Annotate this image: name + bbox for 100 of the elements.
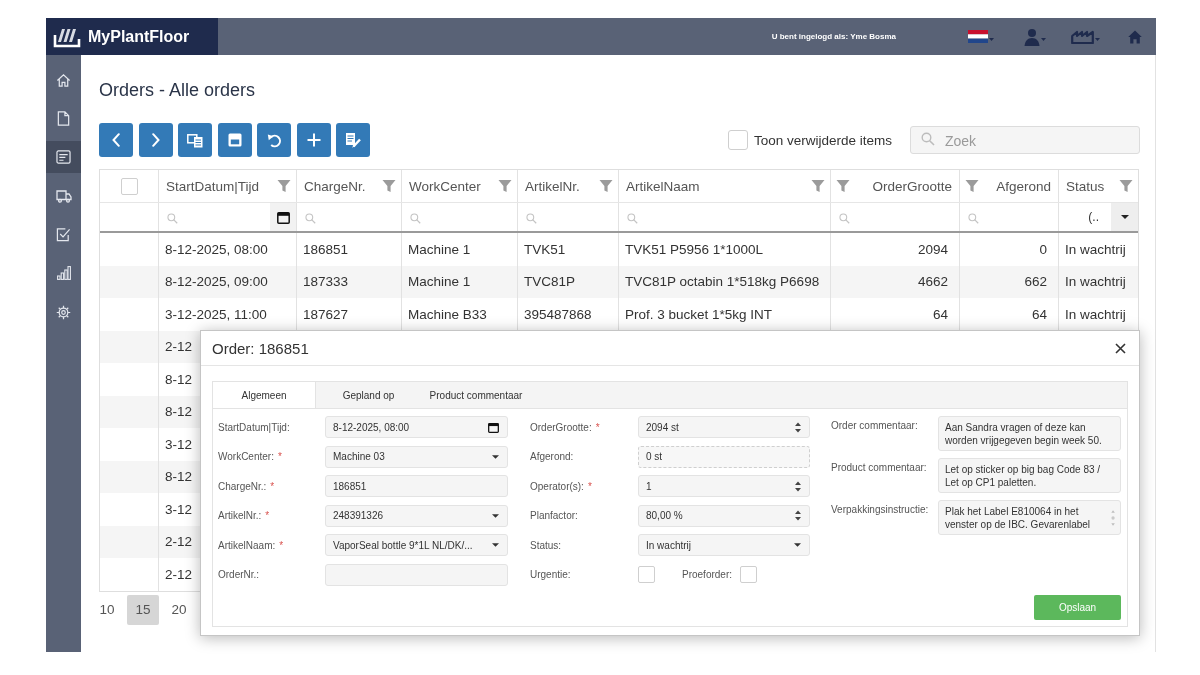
form-icon	[56, 150, 71, 165]
select-field[interactable]: 248391326	[325, 504, 508, 527]
add-button[interactable]	[296, 123, 331, 157]
search-icon	[526, 213, 537, 224]
column-header[interactable]: OrderGrootte	[831, 170, 960, 202]
edit-document-icon	[345, 132, 361, 148]
filter-icon	[382, 179, 396, 193]
table-cell: In wachtrij	[1065, 274, 1126, 290]
search-icon	[839, 213, 850, 224]
text-field[interactable]: 186851	[325, 475, 508, 498]
search-icon	[968, 213, 979, 224]
text-field[interactable]	[325, 563, 508, 586]
tab[interactable]: Algemeen	[213, 382, 316, 408]
required-mark: *	[270, 480, 275, 492]
settings-icon	[56, 304, 71, 320]
home-button[interactable]	[1128, 29, 1142, 44]
column-header[interactable]: ChargeNr.	[297, 170, 402, 202]
required-mark: *	[277, 451, 282, 463]
calendar-icon	[488, 421, 499, 433]
number-field[interactable]: 1	[638, 475, 810, 498]
filter-icon	[498, 179, 512, 193]
tab[interactable]: Product commentaar	[421, 382, 531, 408]
caret-icon	[492, 543, 499, 548]
table-cell: 2-12	[165, 339, 193, 355]
text-area[interactable]: Plak het Label E810064 in het venster op de IBC. Gevarenlabel	[938, 500, 1121, 535]
table-cell: 662	[1024, 274, 1047, 290]
user-menu-button[interactable]	[1024, 27, 1046, 46]
field-label: Afgerond:	[530, 451, 574, 463]
checkbox[interactable]	[727, 130, 748, 150]
column-header[interactable]: StartDatum|Tijd	[159, 170, 297, 202]
dropdown-button[interactable]	[1111, 203, 1138, 231]
select-field[interactable]: Machine 03	[325, 445, 508, 468]
column-header[interactable]: Status	[1059, 170, 1138, 202]
factory-menu-button[interactable]	[1071, 29, 1100, 44]
number-field[interactable]: 80,00 %	[638, 504, 810, 527]
table-cell: 186851	[303, 241, 349, 257]
caret-icon	[492, 513, 499, 518]
text-area[interactable]: Let op sticker op big bag Code 83 / Let op CP1 paletten.	[938, 458, 1121, 493]
login-text: U bent ingelogd als: Yme Bosma	[771, 32, 896, 41]
page-size-button[interactable]: 20	[163, 594, 195, 625]
field-label: Product commentaar:	[831, 462, 927, 473]
filter-dropdown[interactable]: (..	[1059, 203, 1111, 231]
field-label: WorkCenter:	[218, 451, 274, 463]
column-header[interactable]: ArtikelNaam	[619, 170, 831, 202]
table-cell: Machine 1	[408, 241, 471, 257]
home-icon	[56, 72, 71, 88]
previous-button[interactable]	[99, 123, 133, 157]
filter-icon	[277, 179, 291, 193]
home-icon	[1128, 29, 1142, 44]
caret-icon	[1041, 38, 1046, 41]
table-cell: 64	[1031, 306, 1047, 322]
language-button[interactable]	[968, 30, 994, 43]
save-button[interactable]	[217, 123, 252, 157]
table-cell: 2-12	[165, 534, 193, 550]
close-button[interactable]	[1115, 342, 1126, 354]
table-cell: TVC81P octabin 1*518kg P6698	[625, 274, 820, 290]
required-mark: *	[279, 539, 284, 551]
checkbox-label: Toon verwijderde items	[753, 132, 892, 148]
column-header[interactable]: WorkCenter	[402, 170, 518, 202]
select-field[interactable]: VaporSeal bottle 9*1L NL/DK/...	[325, 534, 508, 557]
checkbox[interactable]	[638, 566, 655, 584]
flag-icon	[968, 30, 988, 43]
truck-icon	[55, 189, 72, 203]
search-icon	[167, 213, 178, 224]
column-header[interactable]: Afgerond	[960, 170, 1059, 202]
filter-icon	[1119, 179, 1133, 193]
sidebar-item[interactable]	[46, 141, 81, 174]
required-mark: *	[265, 510, 270, 522]
search-field[interactable]: Zoek	[910, 126, 1140, 154]
page-title: Orders - Alle orders	[99, 79, 256, 101]
checkbox[interactable]	[120, 177, 138, 195]
field-label: Urgentie:	[530, 569, 571, 581]
date-field[interactable]: 8-12-2025, 08:00	[325, 416, 508, 438]
required-mark: *	[587, 480, 592, 492]
checkbox[interactable]	[740, 566, 758, 584]
table-cell: 2-12	[165, 566, 193, 582]
select-field[interactable]: In wachtrij	[638, 534, 810, 557]
table-cell: In wachtrij	[1065, 241, 1126, 257]
spinner-icon	[795, 510, 801, 522]
edit-button[interactable]	[336, 123, 370, 157]
next-button[interactable]	[138, 123, 173, 157]
table-cell: Machine B33	[408, 306, 487, 322]
page-size-button[interactable]: 15	[127, 594, 159, 625]
table-cell: 187333	[303, 274, 349, 290]
table-cell: 8-12	[165, 469, 193, 485]
undo-button[interactable]	[257, 123, 291, 157]
filter-icon	[811, 179, 825, 193]
text-area[interactable]: Aan Sandra vragen of deze kan worden vrijgegeven begin week 50.	[938, 416, 1121, 451]
search-icon	[305, 213, 316, 224]
number-field[interactable]: 2094 st	[638, 416, 810, 438]
field-label: ArtikelNaam:	[218, 539, 276, 551]
tab[interactable]: Gepland op	[316, 382, 421, 408]
page-size-button[interactable]: 10	[91, 594, 123, 625]
column-header[interactable]: ArtikelNr.	[518, 170, 619, 202]
search-icon	[921, 132, 935, 146]
spinner-icon	[795, 421, 801, 433]
copy-button[interactable]	[178, 123, 212, 157]
field-label: StartDatum|Tijd:	[218, 421, 290, 433]
field-label: Verpakkingsinstructie:	[831, 504, 929, 515]
calendar-button[interactable]	[270, 203, 296, 231]
